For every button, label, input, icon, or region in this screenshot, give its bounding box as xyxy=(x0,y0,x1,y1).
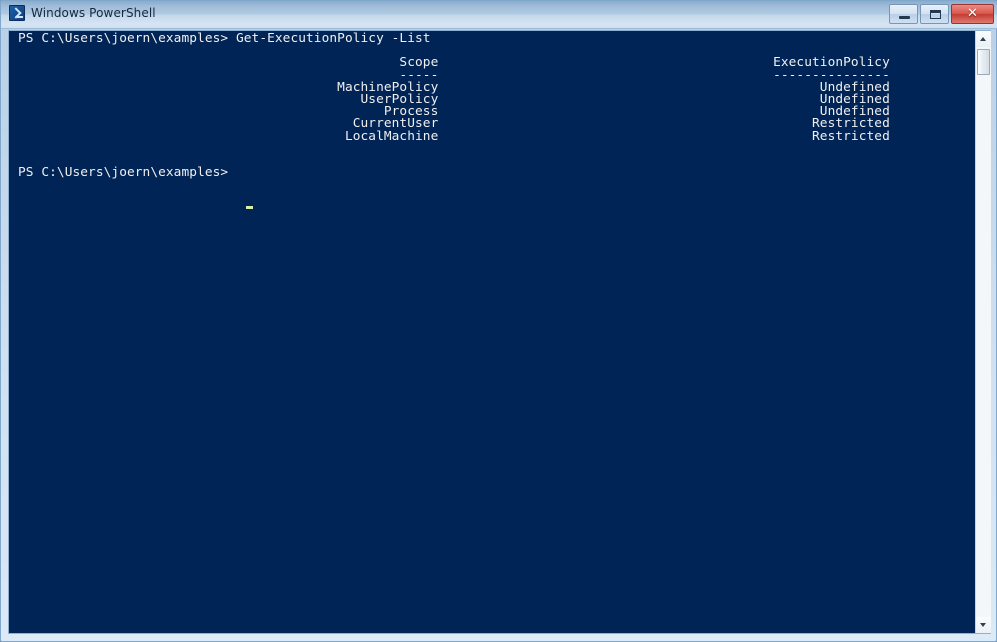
powershell-icon xyxy=(9,5,25,21)
close-button[interactable]: ✕ xyxy=(951,4,994,24)
chevron-down-icon xyxy=(980,623,986,627)
scrollbar-track[interactable] xyxy=(976,47,991,617)
console-text: PS C:\Users\joern\examples> Get-Executio… xyxy=(18,31,890,181)
title-bar-left: Windows PowerShell xyxy=(9,5,156,21)
console-output-area[interactable]: PS C:\Users\joern\examples> Get-Executio… xyxy=(9,31,975,633)
window-controls: ✕ xyxy=(889,4,994,24)
maximize-button[interactable] xyxy=(920,4,949,24)
maximize-icon xyxy=(930,10,941,19)
close-icon: ✕ xyxy=(967,6,978,21)
scrollbar-thumb[interactable] xyxy=(977,49,990,75)
chevron-up-icon xyxy=(980,37,986,41)
vertical-scrollbar[interactable] xyxy=(975,31,991,633)
text-cursor xyxy=(246,206,253,209)
scrollbar-down-button[interactable] xyxy=(976,617,991,633)
scrollbar-up-button[interactable] xyxy=(976,31,991,47)
minimize-button[interactable] xyxy=(889,4,918,24)
console-container: PS C:\Users\joern\examples> Get-Executio… xyxy=(8,30,991,634)
window-title: Windows PowerShell xyxy=(31,6,156,20)
title-bar[interactable]: Windows PowerShell ✕ xyxy=(1,1,997,29)
powershell-window: Windows PowerShell ✕ PS C:\Users\joern\e… xyxy=(0,0,997,642)
minimize-icon xyxy=(899,16,910,19)
